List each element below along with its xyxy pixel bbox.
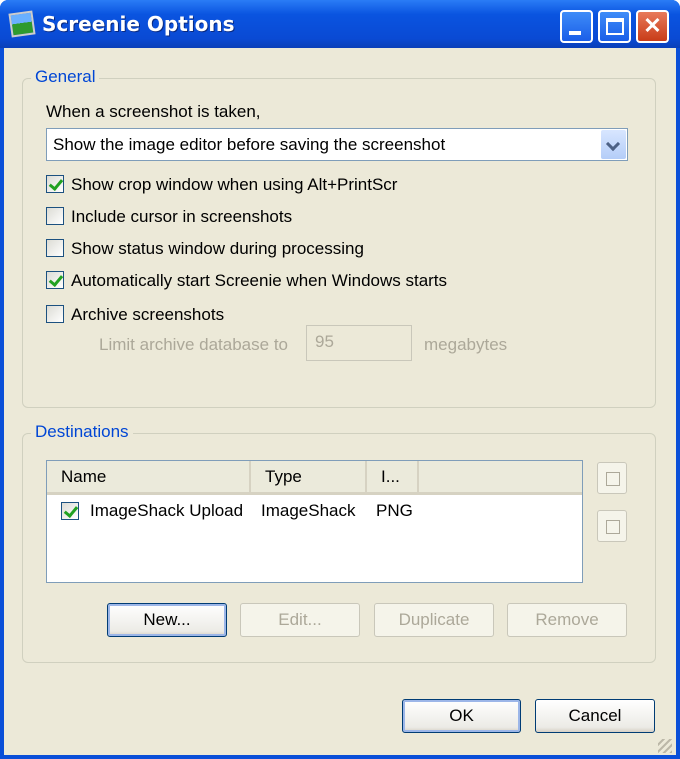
- status-window-label[interactable]: Show status window during processing: [71, 239, 364, 259]
- window-title: Screenie Options: [42, 12, 235, 36]
- archive-label[interactable]: Archive screenshots: [71, 305, 224, 325]
- ok-button[interactable]: OK: [402, 699, 521, 733]
- client-area: General When a screenshot is taken, Show…: [4, 48, 676, 755]
- screenshot-action-select[interactable]: Show the image editor before saving the …: [46, 128, 628, 161]
- destinations-list[interactable]: Name Type I... ImageShack Upload ImageSh…: [46, 460, 583, 583]
- duplicate-button[interactable]: Duplicate: [374, 603, 494, 637]
- maximize-icon: [606, 18, 624, 35]
- when-label: When a screenshot is taken,: [46, 102, 261, 121]
- close-button[interactable]: ✕: [636, 10, 669, 43]
- list-header: Name Type I...: [47, 461, 582, 495]
- archive-limit-input[interactable]: 95: [306, 325, 412, 361]
- app-icon: [8, 10, 36, 38]
- destination-enabled-checkbox[interactable]: [61, 502, 79, 520]
- destination-name: ImageShack Upload: [90, 501, 244, 520]
- column-header-image[interactable]: I...: [367, 461, 419, 492]
- general-legend: General: [31, 67, 100, 87]
- selected-action: Show the image editor before saving the …: [53, 135, 446, 154]
- include-cursor-checkbox[interactable]: [46, 207, 64, 225]
- archive-checkbox[interactable]: [46, 305, 64, 323]
- include-cursor-label[interactable]: Include cursor in screenshots: [71, 207, 292, 227]
- limit-unit-label: megabytes: [424, 335, 508, 354]
- destination-type: ImageShack: [261, 501, 356, 520]
- destination-format: PNG: [376, 501, 413, 520]
- cancel-button[interactable]: Cancel: [535, 699, 655, 733]
- minimize-icon: [569, 31, 581, 35]
- limit-label: Limit archive database to: [99, 335, 288, 354]
- edit-button[interactable]: Edit...: [240, 603, 360, 637]
- title-bar[interactable]: Screenie Options ✕: [0, 0, 680, 48]
- options-window: Screenie Options ✕ General When a screen…: [0, 0, 680, 759]
- new-button[interactable]: New...: [107, 603, 227, 637]
- remove-button[interactable]: Remove: [507, 603, 627, 637]
- move-up-button[interactable]: [597, 462, 627, 494]
- destinations-legend: Destinations: [31, 422, 133, 442]
- chevron-down-icon[interactable]: [601, 130, 626, 159]
- maximize-button[interactable]: [598, 10, 631, 43]
- crop-window-checkbox[interactable]: [46, 175, 64, 193]
- column-header-type[interactable]: Type: [251, 461, 367, 492]
- resize-grip-icon[interactable]: [658, 739, 672, 753]
- column-header-name[interactable]: Name: [47, 461, 251, 492]
- crop-window-label[interactable]: Show crop window when using Alt+PrintScr: [71, 175, 397, 195]
- autostart-label[interactable]: Automatically start Screenie when Window…: [71, 271, 447, 291]
- table-row[interactable]: ImageShack Upload ImageShack PNG: [47, 499, 582, 525]
- move-down-button[interactable]: [597, 510, 627, 542]
- autostart-checkbox[interactable]: [46, 271, 64, 289]
- minimize-button[interactable]: [560, 10, 593, 43]
- close-icon: ✕: [643, 13, 662, 38]
- status-window-checkbox[interactable]: [46, 239, 64, 257]
